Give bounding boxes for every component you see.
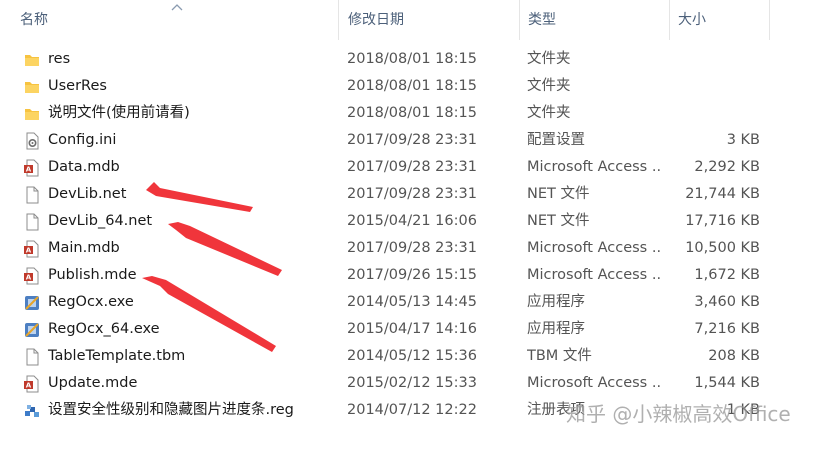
file-size: 10,500 KB [685,240,760,256]
column-header-name[interactable]: 名称 [0,0,338,40]
file-type: Microsoft Access ... [527,240,661,256]
file-row[interactable]: A Data.mdb 2017/09/28 23:31 Microsoft Acces… [0,154,837,181]
svg-text:A: A [26,274,32,282]
file-size: 208 KB [708,348,760,364]
file-name: Publish.mde [48,267,137,283]
file-name: RegOcx_64.exe [48,321,160,337]
file-name: TableTemplate.tbm [48,348,186,364]
file-date: 2015/02/12 15:33 [347,375,477,391]
file-size: 7,216 KB [694,321,760,337]
watermark: 知乎 @小辣椒高效Office [566,402,791,426]
svg-text:A: A [26,247,32,255]
file-name: Config.ini [48,132,117,148]
access-db-icon: A [23,240,41,258]
file-date: 2018/08/01 18:15 [347,78,477,94]
file-date: 2018/08/01 18:15 [347,51,477,67]
file-row[interactable]: Config.ini 2017/09/28 23:31 配置设置 3 KB [0,127,837,154]
folder-icon [23,51,41,69]
file-row[interactable]: UserRes 2018/08/01 18:15 文件夹 [0,73,837,100]
file-name: UserRes [48,78,107,94]
file-name: 设置安全性级别和隐藏图片进度条.reg [48,402,294,418]
file-size: 3,460 KB [694,294,760,310]
installer-icon [23,321,41,339]
file-size: 1,544 KB [694,375,760,391]
file-name: res [48,51,71,67]
config-file-icon [23,132,41,150]
file-type: 应用程序 [527,294,585,310]
column-header-type[interactable]: 类型 [519,0,669,40]
file-row[interactable]: A Update.mde 2015/02/12 15:33 Microsoft Acc… [0,370,837,397]
file-row[interactable]: DevLib_64.net 2015/04/21 16:06 NET 文件 17,71… [0,208,837,235]
file-type: NET 文件 [527,186,590,202]
file-name: DevLib.net [48,186,127,202]
folder-icon [23,105,41,123]
file-size: 21,744 KB [685,186,760,202]
file-size: 3 KB [726,132,760,148]
file-name: Data.mdb [48,159,120,175]
file-row[interactable]: TableTemplate.tbm 2014/05/12 15:36 TBM 文件 2… [0,343,837,370]
file-name: Update.mde [48,375,138,391]
file-row[interactable]: A Publish.mde 2017/09/26 15:15 Microsoft Ac… [0,262,837,289]
file-date: 2017/09/28 23:31 [347,132,477,148]
access-db-icon: A [23,267,41,285]
access-db-icon: A [23,375,41,393]
file-date: 2014/07/12 12:22 [347,402,477,418]
file-type: Microsoft Access ... [527,375,661,391]
blank-file-icon [23,213,41,231]
file-date: 2014/05/13 14:45 [347,294,477,310]
file-type: 文件夹 [527,105,571,121]
file-date: 2017/09/26 15:15 [347,267,477,283]
folder-icon [23,78,41,96]
file-date: 2014/05/12 15:36 [347,348,477,364]
column-header-bar: 名称 修改日期 类型 大小 [0,0,837,40]
file-date: 2018/08/01 18:15 [347,105,477,121]
svg-text:A: A [26,166,32,174]
file-name: DevLib_64.net [48,213,153,229]
file-date: 2015/04/21 16:06 [347,213,477,229]
blank-file-icon [23,348,41,366]
file-name: 说明文件(使用前请看) [48,105,190,121]
file-name: Main.mdb [48,240,120,256]
access-db-icon: A [23,159,41,177]
file-type: 配置设置 [527,132,585,148]
file-type: TBM 文件 [527,348,592,364]
file-date: 2015/04/17 14:16 [347,321,477,337]
file-type: NET 文件 [527,213,590,229]
svg-text:A: A [26,382,32,390]
file-date: 2017/09/28 23:31 [347,159,477,175]
installer-icon [23,294,41,312]
file-row[interactable]: res 2018/08/01 18:15 文件夹 [0,46,837,73]
file-type: 文件夹 [527,51,571,67]
file-type: 应用程序 [527,321,585,337]
registry-file-icon [23,402,41,420]
file-row[interactable]: DevLib.net 2017/09/28 23:31 NET 文件 21,744 K… [0,181,837,208]
file-size: 17,716 KB [685,213,760,229]
file-size: 2,292 KB [694,159,760,175]
file-type: Microsoft Access ... [527,159,661,175]
file-date: 2017/09/28 23:31 [347,186,477,202]
blank-file-icon [23,186,41,204]
column-header-size[interactable]: 大小 [669,0,770,40]
file-name: RegOcx.exe [48,294,134,310]
file-type: 文件夹 [527,78,571,94]
file-row[interactable]: A Main.mdb 2017/09/28 23:31 Microsoft Acces… [0,235,837,262]
file-row[interactable]: 说明文件(使用前请看) 2018/08/01 18:15 文件夹 [0,100,837,127]
column-header-date[interactable]: 修改日期 [338,0,519,40]
file-row[interactable]: RegOcx_64.exe 2015/04/17 14:16 应用程序 7,216 K… [0,316,837,343]
file-type: Microsoft Access ... [527,267,661,283]
file-row[interactable]: RegOcx.exe 2014/05/13 14:45 应用程序 3,460 KB [0,289,837,316]
file-date: 2017/09/28 23:31 [347,240,477,256]
file-size: 1,672 KB [694,267,760,283]
